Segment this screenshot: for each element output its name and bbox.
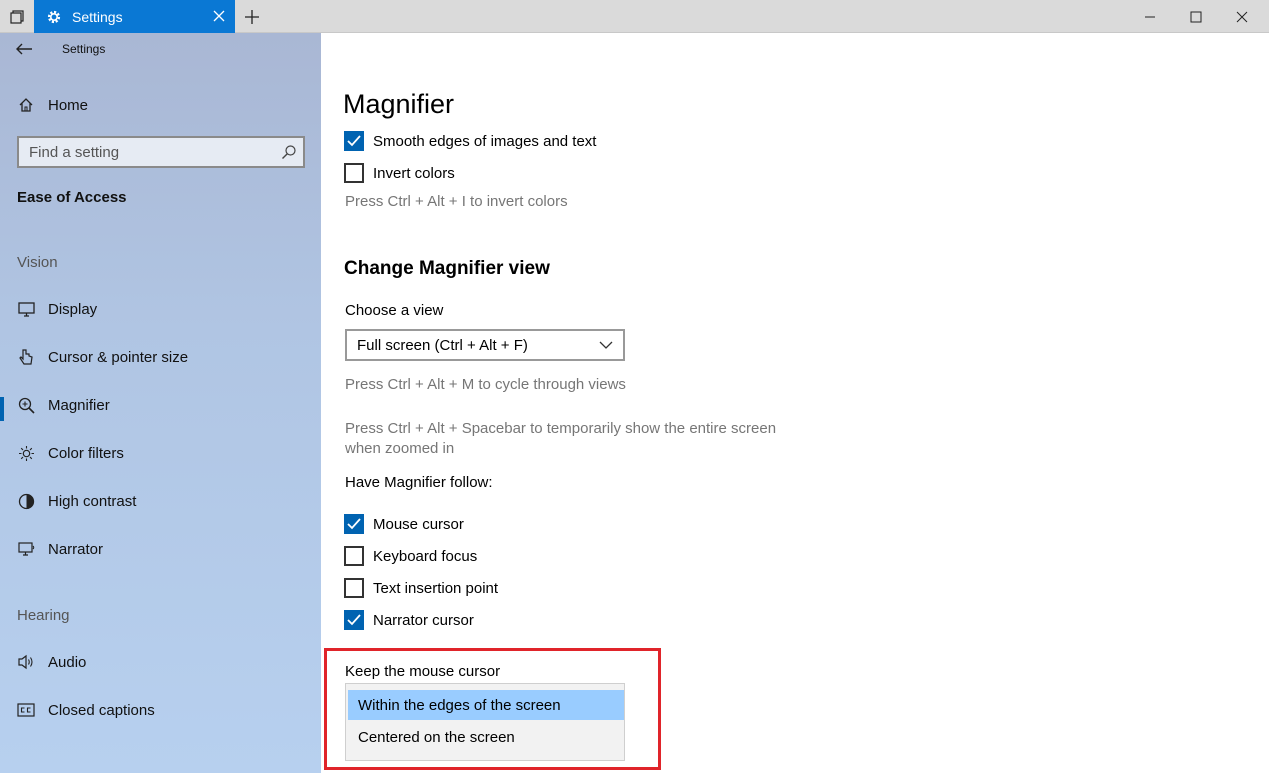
back-arrow-icon[interactable] — [14, 41, 34, 57]
checkbox-label: Narrator cursor — [373, 611, 474, 629]
option-within-edges[interactable]: Within the edges of the screen — [348, 690, 624, 720]
sidebar-item-narrator[interactable]: Narrator — [0, 529, 321, 569]
checkbox-label: Smooth edges of images and text — [373, 132, 597, 150]
option-label: Centered on the screen — [358, 728, 515, 746]
view-dropdown[interactable]: Full screen (Ctrl + Alt + F) — [345, 329, 625, 361]
keep-cursor-label: Keep the mouse cursor — [345, 663, 501, 680]
tab-title: Settings — [72, 8, 123, 25]
invert-colors-checkbox-row[interactable]: Invert colors — [344, 162, 455, 184]
group-title-hearing: Hearing — [17, 607, 70, 624]
smooth-edges-checkbox[interactable] — [344, 131, 364, 151]
narrator-cursor-checkbox[interactable] — [344, 610, 364, 630]
sidebar-item-home[interactable]: Home — [0, 85, 321, 125]
sidebar-item-display[interactable]: Display — [0, 289, 321, 329]
invert-hint: Press Ctrl + Alt + I to invert colors — [345, 193, 568, 210]
title-bar: Settings — [0, 0, 1269, 33]
sidebar-item-closed-captions[interactable]: Closed captions — [0, 690, 321, 730]
keep-cursor-listbox[interactable]: Within the edges of the screen Centered … — [345, 683, 625, 761]
text-insertion-point-checkbox[interactable] — [344, 578, 364, 598]
pointer-icon — [17, 348, 35, 366]
sidebar-item-label: Closed captions — [48, 701, 155, 719]
sidebar-item-label: Magnifier — [48, 396, 110, 414]
search-icon[interactable] — [281, 144, 297, 160]
settings-tab[interactable]: Settings — [34, 0, 235, 33]
sidebar-item-label: Display — [48, 300, 98, 318]
option-label: Within the edges of the screen — [358, 696, 561, 714]
sidebar-item-high-contrast[interactable]: High contrast — [0, 481, 321, 521]
sidebar-item-label: Narrator — [48, 540, 104, 558]
text-insertion-point-checkbox-row[interactable]: Text insertion point — [344, 577, 498, 599]
option-centered[interactable]: Centered on the screen — [348, 722, 624, 752]
main-content: Magnifier Smooth edges of images and tex… — [321, 33, 1269, 773]
keyboard-focus-checkbox[interactable] — [344, 546, 364, 566]
choose-view-label: Choose a view — [345, 302, 444, 319]
maximize-icon — [1190, 11, 1202, 22]
cycle-hint: Press Ctrl + Alt + M to cycle through vi… — [345, 376, 626, 393]
plus-icon — [245, 9, 259, 24]
close-tab-icon[interactable] — [211, 8, 227, 24]
task-view-icon[interactable] — [0, 0, 34, 33]
cc-icon — [17, 701, 35, 719]
speaker-icon — [17, 653, 35, 671]
minimize-button[interactable] — [1127, 0, 1173, 33]
contrast-icon — [17, 492, 35, 510]
section-heading: Change Magnifier view — [344, 258, 550, 279]
spacebar-hint-line-2: when zoomed in — [345, 440, 455, 457]
search-box[interactable] — [17, 136, 305, 168]
spacebar-hint-line-1: Press Ctrl + Alt + Spacebar to temporari… — [345, 420, 777, 437]
sidebar-item-magnifier[interactable]: Magnifier — [0, 385, 321, 425]
gear-icon — [47, 10, 61, 23]
mouse-cursor-checkbox-row[interactable]: Mouse cursor — [344, 513, 464, 535]
checkmark-icon — [347, 135, 361, 147]
sidebar-item-color-filters[interactable]: Color filters — [0, 433, 321, 473]
sun-icon — [17, 444, 35, 462]
sidebar-item-label: Audio — [48, 653, 87, 671]
search-input[interactable] — [19, 138, 269, 166]
sidebar-item-label: High contrast — [48, 492, 137, 510]
checkmark-icon — [347, 518, 361, 530]
maximize-button[interactable] — [1173, 0, 1219, 33]
monitor-icon — [17, 300, 35, 318]
checkbox-label: Mouse cursor — [373, 515, 464, 533]
section-title: Ease of Access — [17, 189, 127, 206]
sidebar-item-audio[interactable]: Audio — [0, 642, 321, 682]
sidebar: Settings Home Ease of Access Vision Disp… — [0, 33, 321, 773]
minimize-icon — [1145, 16, 1155, 17]
smooth-edges-checkbox-row[interactable]: Smooth edges of images and text — [344, 130, 596, 152]
checkbox-label: Invert colors — [373, 164, 455, 182]
checkmark-icon — [347, 614, 361, 626]
close-window-button[interactable] — [1219, 0, 1265, 33]
home-icon — [17, 96, 35, 114]
sidebar-item-label: Color filters — [48, 444, 124, 462]
follow-label: Have Magnifier follow: — [345, 474, 493, 491]
invert-colors-checkbox[interactable] — [344, 163, 364, 183]
narrator-icon — [17, 540, 35, 558]
page-title: Magnifier — [343, 89, 455, 119]
close-icon — [1236, 11, 1248, 22]
chevron-down-icon — [599, 341, 613, 349]
mouse-cursor-checkbox[interactable] — [344, 514, 364, 534]
checkbox-label: Text insertion point — [373, 579, 499, 597]
magnifier-icon — [17, 396, 35, 414]
sidebar-item-label: Cursor & pointer size — [48, 348, 189, 366]
new-tab-button[interactable] — [237, 0, 267, 33]
checkbox-label: Keyboard focus — [373, 547, 478, 565]
dropdown-value: Full screen (Ctrl + Alt + F) — [357, 336, 528, 354]
sidebar-item-label: Home — [48, 96, 89, 114]
narrator-cursor-checkbox-row[interactable]: Narrator cursor — [344, 609, 474, 631]
group-title-vision: Vision — [17, 254, 58, 271]
keyboard-focus-checkbox-row[interactable]: Keyboard focus — [344, 545, 477, 567]
app-title: Settings — [62, 42, 106, 56]
sidebar-item-cursor-pointer-size[interactable]: Cursor & pointer size — [0, 337, 321, 377]
